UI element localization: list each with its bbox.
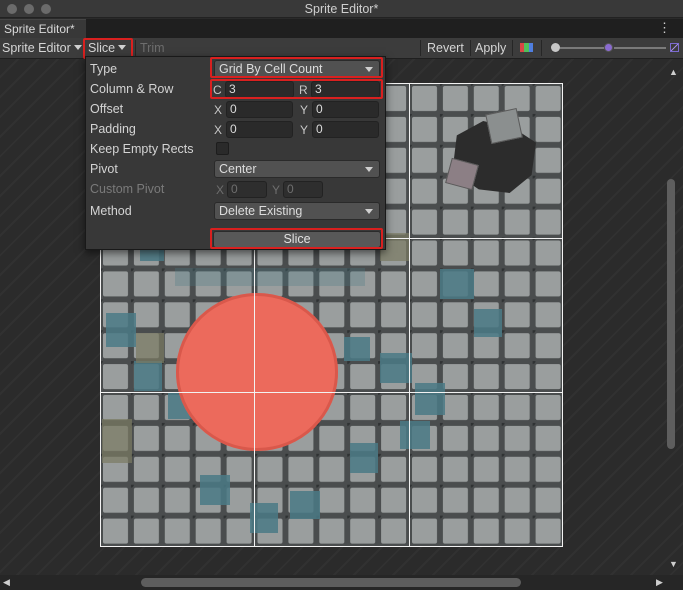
offset-y-field[interactable]: 0 [312,101,379,118]
type-highlight [210,57,383,78]
toolbar-divider [420,40,421,56]
kebab-menu-icon[interactable]: ⋮ [658,20,671,36]
toolbar-divider [135,40,136,56]
scroll-right-icon[interactable]: ▶ [656,577,663,588]
toolbar-divider [541,40,542,56]
alpha-slider-track[interactable] [560,47,604,49]
padding-x-field[interactable]: 0 [226,121,293,138]
column-row-label: Column & Row [90,82,174,96]
toolbar-divider [512,40,513,56]
method-dropdown[interactable]: Delete Existing [214,202,380,220]
horizontal-scrollbar[interactable] [141,578,521,587]
alpha-slider-handle[interactable] [551,43,560,52]
offset-y-label: Y [300,103,309,117]
red-circle-shape [176,293,338,451]
keep-empty-rects-checkbox[interactable] [216,142,229,155]
mode-dropdown[interactable]: Sprite Editor [2,38,82,58]
title-bar: Sprite Editor* [0,0,683,18]
chevron-down-icon [365,209,373,214]
slice-grid-line [100,392,563,393]
offset-x-field[interactable]: 0 [226,101,293,118]
toolbar-divider [470,40,471,56]
chevron-down-icon [73,45,82,51]
keep-empty-rects-label: Keep Empty Rects [90,142,194,156]
rgb-channels-icon[interactable] [520,43,533,52]
method-label: Method [90,204,132,218]
offset-label: Offset [90,102,124,116]
scroll-left-icon[interactable]: ◀ [3,577,10,588]
slice-grid-line [409,83,410,547]
chevron-down-icon [365,167,373,172]
padding-x-label: X [214,123,223,137]
horizontal-scrollbar-track: ◀ ▶ [0,575,683,590]
padding-label: Padding [90,122,136,136]
tab-sprite-editor[interactable]: Sprite Editor* [0,19,86,38]
tab-strip: Sprite Editor* ⋮ [0,19,683,38]
custom-pivot-y-label: Y [272,183,281,197]
trim-button[interactable]: Trim [140,38,165,58]
custom-pivot-x-label: X [216,183,225,197]
padding-y-field[interactable]: 0 [312,121,379,138]
pivot-label: Pivot [90,162,118,176]
vertical-scrollbar[interactable] [667,179,675,449]
padding-y-label: Y [300,123,309,137]
scroll-up-icon[interactable]: ▲ [669,67,678,77]
custom-pivot-label: Custom Pivot [90,182,165,196]
mip-level-icon [604,43,613,52]
pivot-dropdown[interactable]: Center [214,160,380,178]
window-title: Sprite Editor* [304,2,379,16]
slice-button-highlight [210,228,383,249]
apply-button[interactable]: Apply [475,38,506,58]
offset-x-label: X [214,103,223,117]
revert-button[interactable]: Revert [427,38,464,58]
custom-pivot-x-field: 0 [227,181,267,198]
mip-slider-track[interactable] [614,47,666,49]
custom-pivot-y-field: 0 [283,181,323,198]
scroll-down-icon[interactable]: ▼ [669,559,678,569]
method-dropdown-value: Delete Existing [219,204,303,218]
pivot-dropdown-value: Center [219,162,257,176]
type-label: Type [90,62,118,76]
column-row-highlight [210,79,383,99]
mode-dropdown-label: Sprite Editor [2,41,71,55]
mip-level-max-icon [670,43,679,52]
